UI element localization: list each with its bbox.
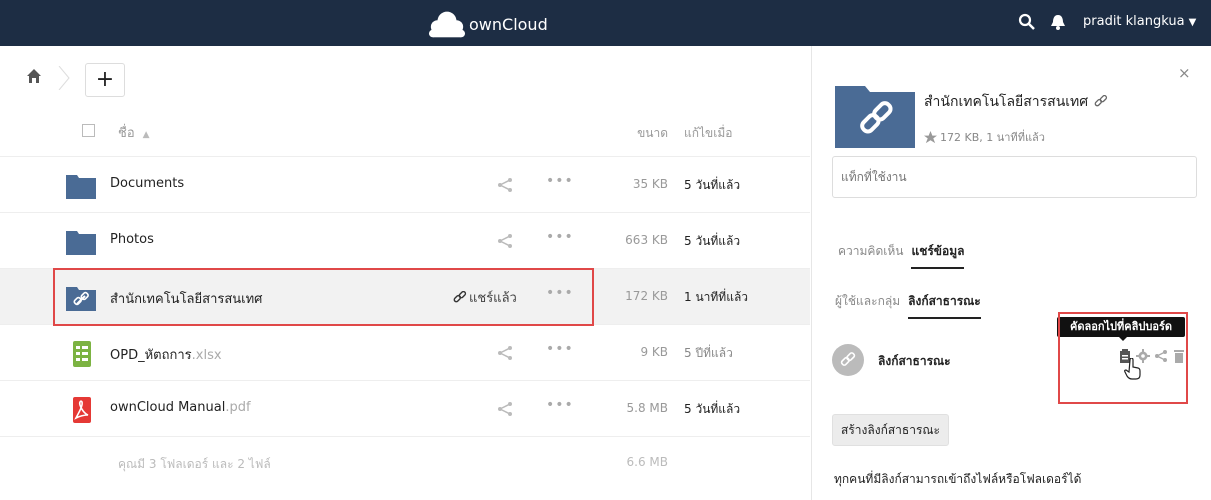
summary-text: คุณมี 3 โฟลเดอร์ และ 2 ไฟล์ <box>118 457 271 471</box>
file-size: 9 KB <box>640 345 668 359</box>
file-modified: 5 ปีที่แล้ว <box>684 346 733 360</box>
highlight-box <box>1058 312 1188 404</box>
file-modified: 5 วันที่แล้ว <box>684 178 741 192</box>
cloud-logo-icon <box>428 11 466 38</box>
home-icon[interactable] <box>26 68 42 84</box>
share-icon[interactable] <box>497 233 513 249</box>
more-actions-icon[interactable]: ••• <box>546 173 574 189</box>
summary-size: 6.6 MB <box>626 455 668 469</box>
highlight-box <box>53 268 594 326</box>
brand-logo[interactable]: ownCloud <box>428 6 608 42</box>
bell-icon[interactable] <box>1050 13 1066 31</box>
folder-icon <box>66 175 96 199</box>
search-icon[interactable] <box>1018 13 1036 31</box>
tab-sharing[interactable]: แชร์ข้อมูล <box>911 242 965 269</box>
top-bar: ownCloud pradit klangkua ▼ <box>0 0 1211 46</box>
file-row[interactable]: Photos ••• 663 KB 5 วันที่แล้ว <box>0 213 810 269</box>
file-name[interactable]: ownCloud Manual.pdf <box>110 400 251 415</box>
file-modified: 5 วันที่แล้ว <box>684 234 741 248</box>
tab-public-links[interactable]: ลิงก์สาธารณะ <box>908 292 981 319</box>
select-all-checkbox[interactable] <box>82 124 95 137</box>
close-icon[interactable]: × <box>1178 64 1191 82</box>
file-row[interactable]: OPD_หัตถการ.xlsx ••• 9 KB 5 ปีที่แล้ว <box>0 325 810 381</box>
file-size: 172 KB <box>625 289 668 303</box>
breadcrumb-separator-icon <box>58 66 70 90</box>
create-public-link-button[interactable]: สร้างลิงก์สาธารณะ <box>832 414 949 446</box>
details-sidebar: × สำนักเทคโนโลยีสารสนเทศ 172 KB, 1 นาทีท… <box>811 46 1211 500</box>
file-modified: 1 นาทีที่แล้ว <box>684 290 749 304</box>
pdf-icon <box>73 397 91 423</box>
file-row[interactable]: Documents ••• 35 KB 5 วันที่แล้ว <box>0 157 810 213</box>
link-folder-icon <box>835 86 915 148</box>
file-size: 663 KB <box>625 233 668 247</box>
file-name[interactable]: OPD_หัตถการ.xlsx <box>110 344 222 365</box>
folder-icon <box>66 231 96 255</box>
public-link-note: ทุกคนที่มีลิงก์สามารถเข้าถึงไฟล์หรือโฟลเ… <box>834 472 1082 486</box>
sidebar-tabs: ความคิดเห็น แชร์ข้อมูล <box>838 242 972 269</box>
share-icon[interactable] <box>497 401 513 417</box>
file-summary: คุณมี 3 โฟลเดอร์ และ 2 ไฟล์ 6.6 MB <box>0 437 810 485</box>
file-modified: 5 วันที่แล้ว <box>684 402 741 416</box>
tab-users-groups[interactable]: ผู้ใช้และกลุ่ม <box>835 292 900 319</box>
column-modified[interactable]: แก้ไขเมื่อ <box>684 124 732 143</box>
file-name[interactable]: Documents <box>110 176 184 191</box>
brand-name: ownCloud <box>469 14 548 34</box>
tab-comments[interactable]: ความคิดเห็น <box>838 242 903 269</box>
file-size: 35 KB <box>632 177 668 191</box>
file-name[interactable]: Photos <box>110 232 154 247</box>
user-name: pradit klangkua <box>1083 14 1185 29</box>
star-icon[interactable] <box>924 130 937 144</box>
column-size[interactable]: ขนาด <box>637 124 668 143</box>
file-list-header: ชื่อ ▲ ขนาด แก้ไขเมื่อ <box>0 107 810 157</box>
caret-down-icon: ▼ <box>1188 17 1197 28</box>
link-avatar <box>832 344 864 376</box>
link-icon <box>840 352 856 366</box>
more-actions-icon[interactable]: ••• <box>546 397 574 413</box>
tags-input[interactable] <box>832 156 1197 198</box>
sort-asc-icon: ▲ <box>142 130 150 140</box>
share-icon[interactable] <box>497 345 513 361</box>
file-row[interactable]: ownCloud Manual.pdf ••• 5.8 MB 5 วันที่แ… <box>0 381 810 437</box>
sidebar-meta: 172 KB, 1 นาทีที่แล้ว <box>924 128 1045 146</box>
new-file-button[interactable]: + <box>85 63 125 97</box>
more-actions-icon[interactable]: ••• <box>546 229 574 245</box>
public-link-label: ลิงก์สาธารณะ <box>878 354 951 368</box>
more-actions-icon[interactable]: ••• <box>546 341 574 357</box>
sharing-subtabs: ผู้ใช้และกลุ่ม ลิงก์สาธารณะ <box>835 292 989 319</box>
user-menu[interactable]: pradit klangkua ▼ <box>1083 14 1196 29</box>
column-name[interactable]: ชื่อ ▲ <box>118 122 150 143</box>
share-icon[interactable] <box>497 177 513 193</box>
sidebar-title: สำนักเทคโนโลยีสารสนเทศ <box>924 91 1108 113</box>
file-size: 5.8 MB <box>626 401 668 415</box>
link-icon[interactable] <box>1094 95 1108 109</box>
spreadsheet-icon <box>73 341 91 367</box>
